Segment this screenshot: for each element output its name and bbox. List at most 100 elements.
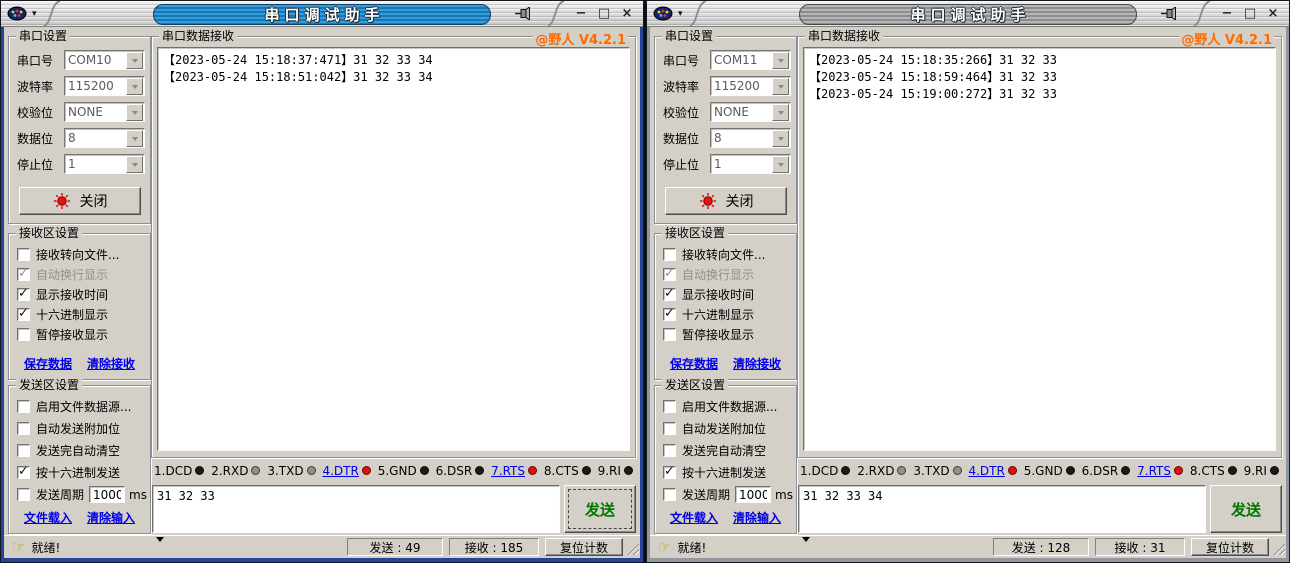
clear-input-link[interactable]: 清除输入 <box>87 509 135 526</box>
maximize-button[interactable]: □ <box>597 7 611 21</box>
auto-wrap-checkbox[interactable] <box>17 268 30 281</box>
parity-label: 校验位 <box>663 104 710 121</box>
dropdown-button[interactable] <box>126 104 143 121</box>
data-bits-value: 8 <box>711 131 771 145</box>
clear-receive-link[interactable]: 清除接收 <box>87 355 135 372</box>
maximize-button[interactable]: □ <box>1243 7 1257 21</box>
dropdown-button[interactable] <box>772 78 789 95</box>
load-file-link[interactable]: 文件载入 <box>24 509 72 526</box>
receive-to-file-checkbox[interactable] <box>17 248 30 261</box>
dropdown-button[interactable] <box>772 156 789 173</box>
pin-icon[interactable] <box>1161 7 1178 20</box>
data-bits-value: 8 <box>65 131 125 145</box>
stop-bits-select[interactable]: 1 <box>710 154 791 174</box>
pin-label-dtr[interactable]: 4.DTR <box>968 464 1004 478</box>
send-input[interactable]: 31 32 33 34 <box>798 485 1206 533</box>
serial-field-row: 停止位 1 <box>663 154 791 174</box>
receive-textarea[interactable]: 【2023-05-24 15:18:35:266】31 32 33 【2023-… <box>803 47 1276 451</box>
file-data-source-checkbox[interactable] <box>663 400 676 413</box>
save-data-link[interactable]: 保存数据 <box>670 355 718 372</box>
titlebar-controls: − □ × <box>515 1 634 26</box>
resize-grip[interactable] <box>626 542 639 555</box>
clear-receive-link[interactable]: 清除接收 <box>733 355 781 372</box>
pin-item: 9.RI <box>1244 464 1279 478</box>
auto-clear-checkbox[interactable] <box>663 444 676 457</box>
dropdown-button[interactable] <box>772 104 789 121</box>
minimize-button[interactable]: − <box>574 7 588 21</box>
dropdown-button[interactable] <box>126 52 143 69</box>
data-bits-select[interactable]: 8 <box>64 128 145 148</box>
dropdown-button[interactable] <box>126 78 143 95</box>
pin-label-rts[interactable]: 7.RTS <box>491 464 525 478</box>
serial-field-row: 波特率 115200 <box>663 76 791 96</box>
auto-clear-checkbox[interactable] <box>17 444 30 457</box>
hex-display-checkbox[interactable] <box>17 308 30 321</box>
hex-display-checkbox[interactable] <box>663 308 676 321</box>
com-port-select[interactable]: COM11 <box>710 50 791 70</box>
parity-select[interactable]: NONE <box>64 102 145 122</box>
input-expand-handle[interactable] <box>802 537 810 546</box>
titlebar-left-divider <box>43 1 61 26</box>
receive-textarea[interactable]: 【2023-05-24 15:18:37:471】31 32 33 34 【20… <box>157 47 630 451</box>
load-file-link[interactable]: 文件载入 <box>670 509 718 526</box>
input-expand-handle[interactable] <box>156 537 164 546</box>
pause-receive-checkbox[interactable] <box>663 328 676 341</box>
auto-append-checkbox[interactable] <box>17 422 30 435</box>
save-data-link[interactable]: 保存数据 <box>24 355 72 372</box>
checkbox-row: 显示接收时间 <box>17 288 150 301</box>
stop-bits-select[interactable]: 1 <box>64 154 145 174</box>
titlebar-menu-arrow-icon[interactable]: ▾ <box>678 9 683 19</box>
com-port-label: 串口号 <box>17 52 64 69</box>
auto-append-checkbox[interactable] <box>663 422 676 435</box>
window-body: 串口设置 串口号 COM10 波特率 115200 校验位 <box>4 27 640 558</box>
receive-data-group: 串口数据接收 @野人 V4.2.1 【2023-05-24 15:18:35:2… <box>797 36 1282 458</box>
resize-grip[interactable] <box>1272 542 1285 555</box>
send-period-input[interactable] <box>735 486 771 503</box>
baud-rate-select[interactable]: 115200 <box>64 76 145 96</box>
dropdown-button[interactable] <box>772 130 789 147</box>
titlebar[interactable]: ▾ 串口调试助手 − □ × <box>647 1 1289 27</box>
send-period-checkbox[interactable] <box>663 488 676 501</box>
send-as-hex-checkbox[interactable] <box>17 466 30 479</box>
show-timestamp-checkbox[interactable] <box>663 288 676 301</box>
serial-field-row: 串口号 COM11 <box>663 50 791 70</box>
auto-wrap-checkbox[interactable] <box>663 268 676 281</box>
send-as-hex-checkbox[interactable] <box>663 466 676 479</box>
send-input[interactable]: 31 32 33 <box>152 485 560 533</box>
parity-select[interactable]: NONE <box>710 102 791 122</box>
dropdown-button[interactable] <box>126 156 143 173</box>
receive-to-file-checkbox[interactable] <box>663 248 676 261</box>
send-button[interactable]: 发送 <box>1210 485 1282 533</box>
pin-item: 6.DSR <box>1082 464 1131 478</box>
pin-label-dtr[interactable]: 4.DTR <box>322 464 358 478</box>
close-button[interactable]: × <box>1266 7 1280 21</box>
send-period-checkbox[interactable] <box>17 488 30 501</box>
file-data-source-checkbox[interactable] <box>17 400 30 413</box>
minimize-button[interactable]: − <box>1220 7 1234 21</box>
reset-counter-button[interactable]: 复位计数 <box>545 538 623 556</box>
data-bits-select[interactable]: 8 <box>710 128 791 148</box>
baud-rate-select[interactable]: 115200 <box>710 76 791 96</box>
checkbox-row: 自动发送附加位 <box>663 422 796 435</box>
titlebar-menu-arrow-icon[interactable]: ▾ <box>32 9 37 19</box>
reset-counter-button[interactable]: 复位计数 <box>1191 538 1269 556</box>
dropdown-button[interactable] <box>126 130 143 147</box>
pause-receive-checkbox[interactable] <box>17 328 30 341</box>
close-port-button[interactable]: 关闭 <box>665 187 787 215</box>
titlebar[interactable]: ▾ 串口调试助手 − □ × <box>1 1 643 27</box>
show-timestamp-checkbox[interactable] <box>17 288 30 301</box>
app-icon[interactable] <box>653 6 673 21</box>
ready-text: 就绪! <box>677 539 706 556</box>
pin-label-rts[interactable]: 7.RTS <box>1137 464 1171 478</box>
pin-icon[interactable] <box>515 7 532 20</box>
com-port-select[interactable]: COM10 <box>64 50 145 70</box>
clear-input-link[interactable]: 清除输入 <box>733 509 781 526</box>
app-icon[interactable] <box>7 6 27 21</box>
send-period-input[interactable] <box>89 486 125 503</box>
close-button[interactable]: × <box>620 7 634 21</box>
pin-item: 7.RTS <box>491 464 537 478</box>
send-button[interactable]: 发送 <box>564 485 636 533</box>
close-port-button[interactable]: 关闭 <box>19 187 141 215</box>
receive-data-group: 串口数据接收 @野人 V4.2.1 【2023-05-24 15:18:37:4… <box>151 36 636 458</box>
dropdown-button[interactable] <box>772 52 789 69</box>
